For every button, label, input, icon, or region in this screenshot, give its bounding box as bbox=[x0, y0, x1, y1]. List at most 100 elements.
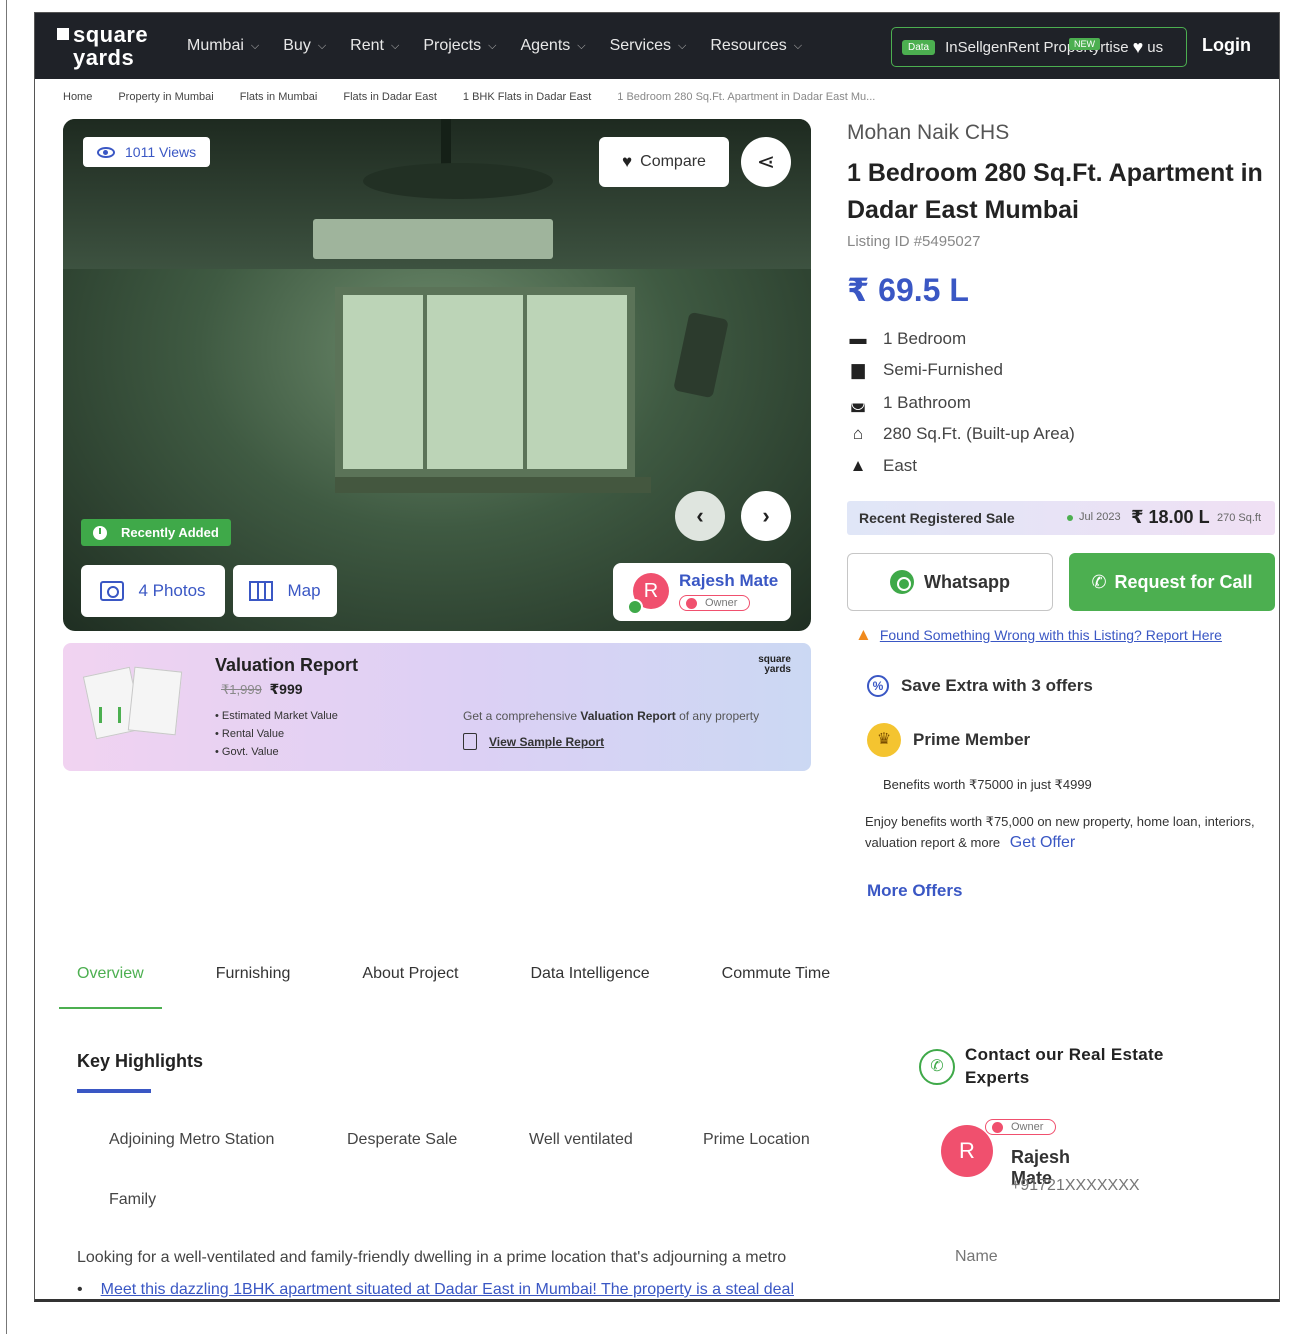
valuation-title: Valuation Report bbox=[215, 655, 359, 675]
tab-overview[interactable]: Overview bbox=[59, 961, 162, 1009]
status-dot bbox=[1067, 515, 1073, 521]
eye-icon bbox=[97, 146, 115, 158]
property-photo-gallery[interactable]: 1011 Views ♥ Compare ⋖ Recently Added ‹ … bbox=[63, 119, 811, 631]
desc-prefix: Get a comprehensive bbox=[463, 709, 578, 723]
window-pane bbox=[423, 295, 427, 469]
top-navbar: square yards Mumbai ⌵ Buy ⌵ Rent ⌵ Projects… bbox=[35, 13, 1279, 79]
name-input[interactable] bbox=[955, 1245, 1175, 1269]
mini-logo-line2: yards bbox=[764, 664, 791, 675]
sample-report-label: View Sample Report bbox=[489, 734, 605, 749]
recent-sale-date: Jul 2023 bbox=[1079, 511, 1121, 523]
chevron-down-icon: ⌵ bbox=[793, 39, 803, 52]
recent-registered-sale[interactable]: Recent Registered Sale Jul 2023 ₹ 18.00 … bbox=[847, 501, 1275, 535]
report-listing-link[interactable]: ▲ Found Something Wrong with this Listin… bbox=[855, 625, 1222, 645]
feature-facing: ▲ East bbox=[847, 456, 917, 476]
section-underline bbox=[77, 1089, 151, 1093]
whatsapp-button[interactable]: Whatsapp bbox=[847, 553, 1053, 611]
contact-phone[interactable]: +91721XXXXXXX bbox=[1011, 1177, 1140, 1195]
square-yards-logo[interactable]: square yards bbox=[57, 24, 148, 69]
whatsapp-label: Whatsapp bbox=[923, 571, 1010, 592]
bathtub-icon: ◛ bbox=[849, 393, 867, 412]
feature-label: Semi-Furnished bbox=[883, 360, 1003, 379]
report-page bbox=[127, 666, 183, 736]
prime-member-offer[interactable]: ♛ Prime Member bbox=[867, 723, 1030, 757]
list-item: • Rental Value bbox=[215, 728, 285, 740]
valuation-report-banner[interactable]: Valuation Report ₹1,999 ₹999 • Estimated… bbox=[63, 643, 811, 771]
gallery-prev-button[interactable]: ‹ bbox=[675, 491, 725, 541]
photo-icon bbox=[100, 581, 125, 601]
nav-mumbai[interactable]: Mumbai ⌵ bbox=[187, 37, 259, 55]
report-thumbnail-icon bbox=[82, 666, 183, 740]
main-nav: Mumbai ⌵ Buy ⌵ Rent ⌵ Projects ⌵ Agents ⌵ Ser… bbox=[187, 13, 826, 79]
map-label: Map bbox=[287, 581, 321, 600]
nav-rent[interactable]: Rent ⌵ bbox=[350, 37, 399, 55]
feature-label: 280 Sq.Ft. (Built-up Area) bbox=[883, 424, 1075, 443]
tab-furnishing[interactable]: Furnishing bbox=[198, 961, 309, 1009]
square-yards-mini-logo: square yards bbox=[758, 655, 791, 675]
tab-data-intelligence[interactable]: Data Intelligence bbox=[512, 961, 667, 1009]
login-button[interactable]: Login bbox=[1202, 35, 1251, 56]
breadcrumb-flats-mumbai[interactable]: Flats in Mumbai bbox=[240, 91, 318, 103]
heart-icon[interactable]: ♥ bbox=[1133, 37, 1144, 58]
window-pane bbox=[523, 295, 527, 469]
feature-bedroom: ▬ 1 Bedroom bbox=[847, 329, 967, 349]
save-extra-offers[interactable]: % Save Extra with 3 offers bbox=[867, 675, 1093, 697]
get-offer-link[interactable]: Get Offer bbox=[1010, 834, 1076, 851]
gallery-next-button[interactable]: › bbox=[741, 491, 791, 541]
breadcrumb-1bhk-dadar-east[interactable]: 1 BHK Flats in Dadar East bbox=[463, 91, 591, 103]
offer-percent-icon: % bbox=[867, 675, 889, 697]
bed-icon: ▬ bbox=[849, 329, 867, 348]
phone-icon: ✆ bbox=[919, 1049, 955, 1085]
feature-area: ⌂ 280 Sq.Ft. (Built-up Area) bbox=[847, 424, 1075, 444]
photos-label: 4 Photos bbox=[138, 581, 206, 600]
tab-commute-time[interactable]: Commute Time bbox=[704, 961, 848, 1009]
more-offers-link[interactable]: More Offers bbox=[867, 881, 962, 901]
valuation-feature-list: • Estimated Market Value • Rental Value … bbox=[215, 707, 338, 761]
nav-buy[interactable]: Buy ⌵ bbox=[283, 37, 326, 55]
nav-label: Buy bbox=[283, 37, 311, 54]
map-icon bbox=[249, 581, 274, 601]
recent-sale-amount: ₹ 18.00 L bbox=[1131, 507, 1210, 527]
direction-icon: ▲ bbox=[849, 456, 867, 475]
breadcrumb-home[interactable]: Home bbox=[63, 91, 92, 103]
breadcrumb-property-mumbai[interactable]: Property in Mumbai bbox=[118, 91, 213, 103]
tab-about-project[interactable]: About Project bbox=[344, 961, 476, 1009]
nav-cta-box[interactable]: Data InSellgenRent Propertyrtise ♥ us NE… bbox=[891, 27, 1187, 67]
home-icon: ⌂ bbox=[852, 424, 864, 443]
share-icon: ⋖ bbox=[756, 149, 776, 174]
view-sample-report-link[interactable]: View Sample Report bbox=[463, 733, 604, 750]
chevron-left-icon: ‹ bbox=[696, 503, 704, 528]
owner-card[interactable]: R Rajesh Mate Owner bbox=[613, 563, 791, 621]
request-call-button[interactable]: ✆ Request for Call bbox=[1069, 553, 1275, 611]
recently-added-badge: Recently Added bbox=[81, 519, 231, 546]
heart-icon: ♥ bbox=[622, 152, 633, 171]
share-button[interactable]: ⋖ bbox=[741, 137, 791, 187]
valuation-description: Get a comprehensive Valuation Report of … bbox=[463, 709, 759, 723]
chevron-down-icon: ⌵ bbox=[488, 39, 497, 52]
owner-role-label: Owner bbox=[1011, 1121, 1044, 1133]
nav-resources[interactable]: Resources ⌵ bbox=[710, 37, 802, 55]
contact-title: Contact our Real Estate Experts bbox=[965, 1045, 1164, 1087]
nav-label: Services bbox=[609, 37, 671, 54]
prime-description: Enjoy benefits worth ₹75,000 on new prop… bbox=[865, 811, 1265, 853]
owner-role-badge: Owner bbox=[985, 1119, 1057, 1135]
prime-benefits: Benefits worth ₹75000 in just ₹4999 bbox=[883, 777, 1092, 792]
project-name[interactable]: Mohan Naik CHS bbox=[847, 121, 1009, 145]
photos-button[interactable]: 4 Photos bbox=[81, 565, 225, 617]
valuation-price: ₹1,999 ₹999 bbox=[221, 681, 303, 698]
chevron-down-icon: ⌵ bbox=[390, 39, 400, 52]
whatsapp-dot-icon bbox=[627, 599, 643, 615]
highlight-item: Adjoining Metro Station bbox=[109, 1131, 275, 1148]
nav-services[interactable]: Services ⌵ bbox=[610, 37, 687, 55]
nav-agents[interactable]: Agents ⌵ bbox=[520, 37, 585, 55]
map-button[interactable]: Map bbox=[233, 565, 337, 617]
nav-projects[interactable]: Projects ⌵ bbox=[423, 37, 496, 55]
description-bullet: • Meet this dazzling 1BHK apartment situa… bbox=[77, 1281, 794, 1299]
valuation-old-price: ₹1,999 bbox=[221, 682, 262, 697]
breadcrumb-flats-dadar-east[interactable]: Flats in Dadar East bbox=[343, 91, 437, 103]
browser-page: square yards Mumbai ⌵ Buy ⌵ Rent ⌵ Projects… bbox=[34, 12, 1280, 1302]
phone-icon: ✆ bbox=[1091, 571, 1107, 592]
nav-box-tail: us bbox=[1147, 38, 1164, 56]
compare-button[interactable]: ♥ Compare bbox=[599, 137, 729, 187]
nav-label: Resources bbox=[710, 37, 787, 54]
